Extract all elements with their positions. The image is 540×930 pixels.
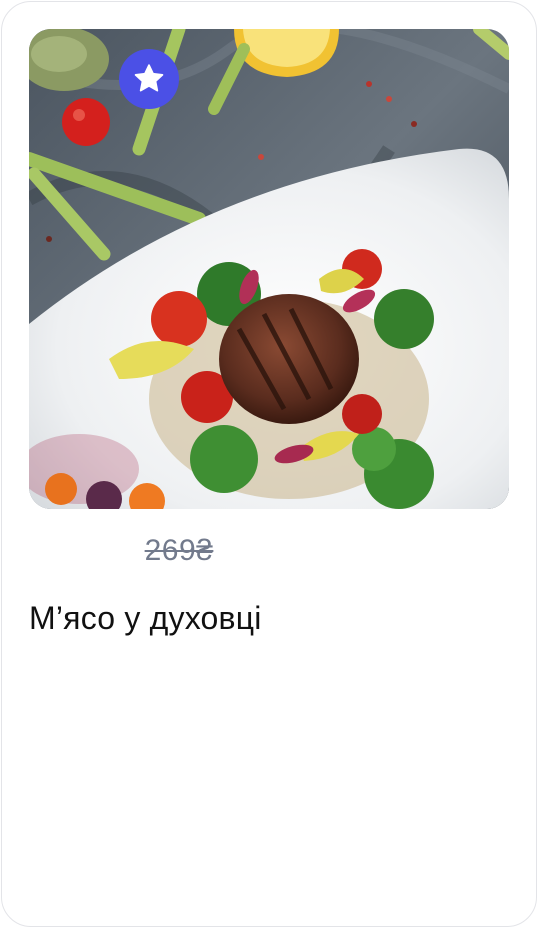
food-photo xyxy=(29,29,509,509)
star-icon xyxy=(134,64,164,92)
product-title[interactable]: М’ясо у духовці xyxy=(29,600,262,637)
old-price: 269₴ xyxy=(144,534,214,567)
favorite-button[interactable] xyxy=(119,49,179,109)
product-image[interactable] xyxy=(29,29,509,509)
